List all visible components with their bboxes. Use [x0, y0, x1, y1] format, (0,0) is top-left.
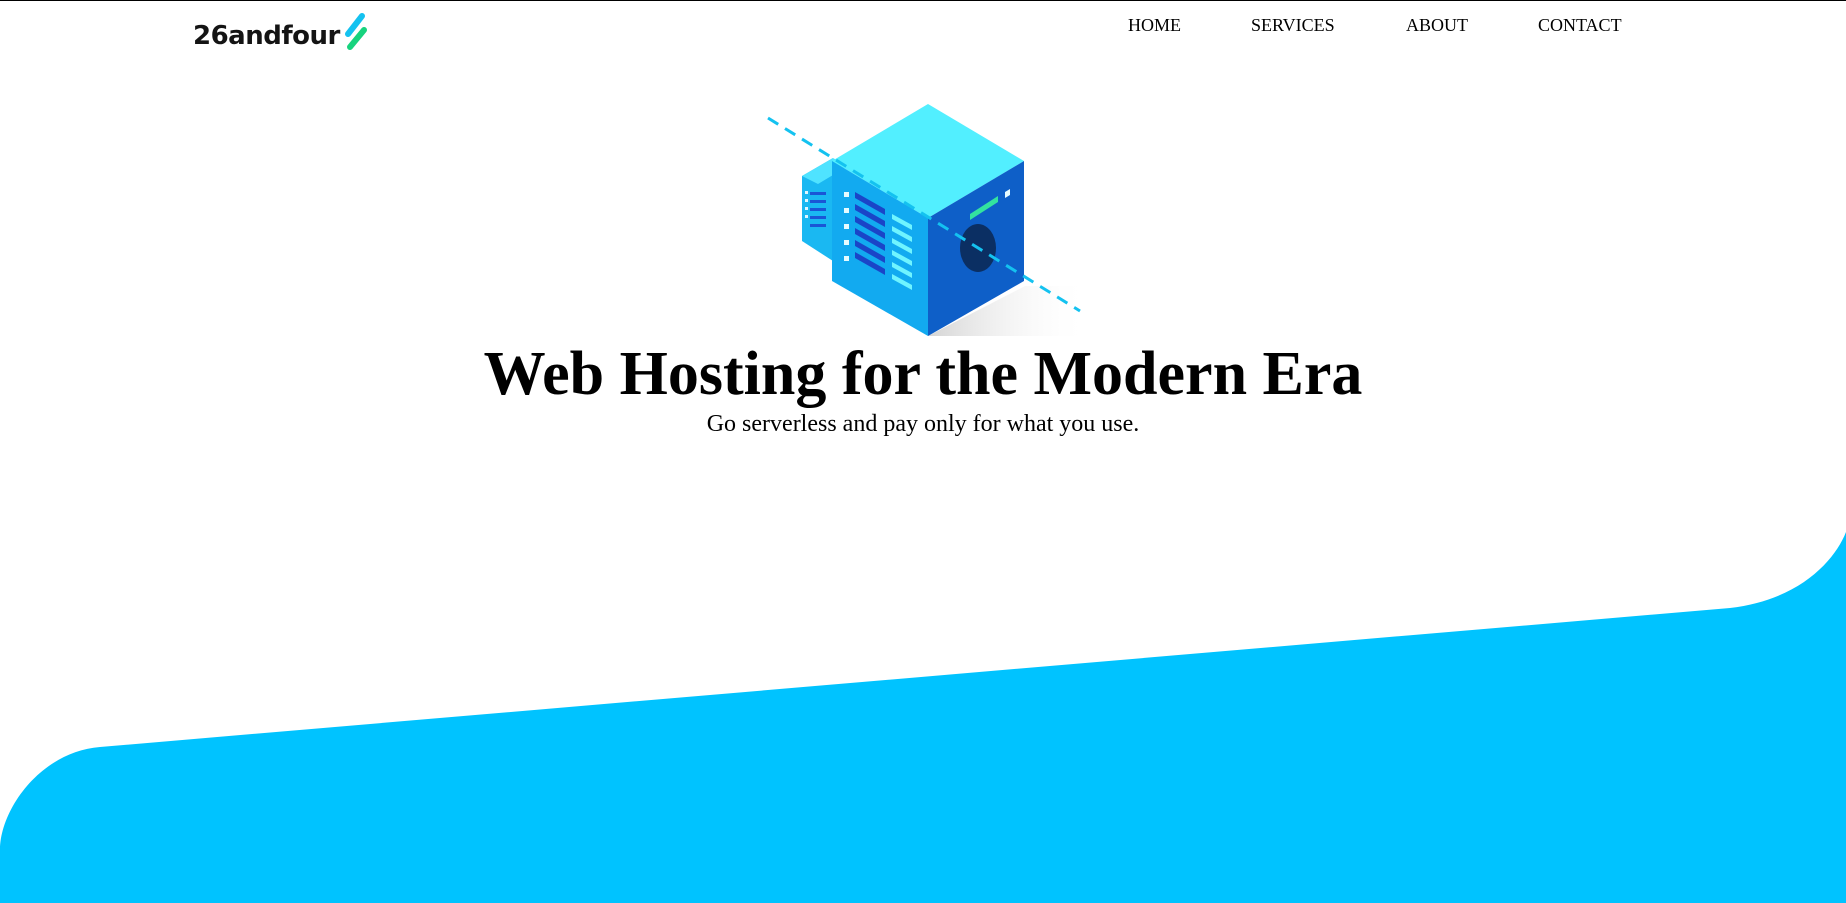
nav-home[interactable]: HOME [1128, 14, 1181, 36]
server-illustration-icon [767, 104, 1090, 336]
hero-wave-background [0, 532, 1846, 903]
nav-services[interactable]: SERVICES [1251, 14, 1335, 36]
hero-title: Web Hosting for the Modern Era [483, 340, 1363, 408]
nav-about[interactable]: ABOUT [1406, 14, 1468, 36]
nav-contact[interactable]: CONTACT [1538, 14, 1622, 36]
main-nav: HOME SERVICES ABOUT CONTACT [0, 14, 1846, 38]
site-header: 26andfour HOME SERVICES ABOUT CONTACT [0, 0, 1846, 60]
hero-subtitle: Go serverless and pay only for what you … [706, 411, 1140, 437]
